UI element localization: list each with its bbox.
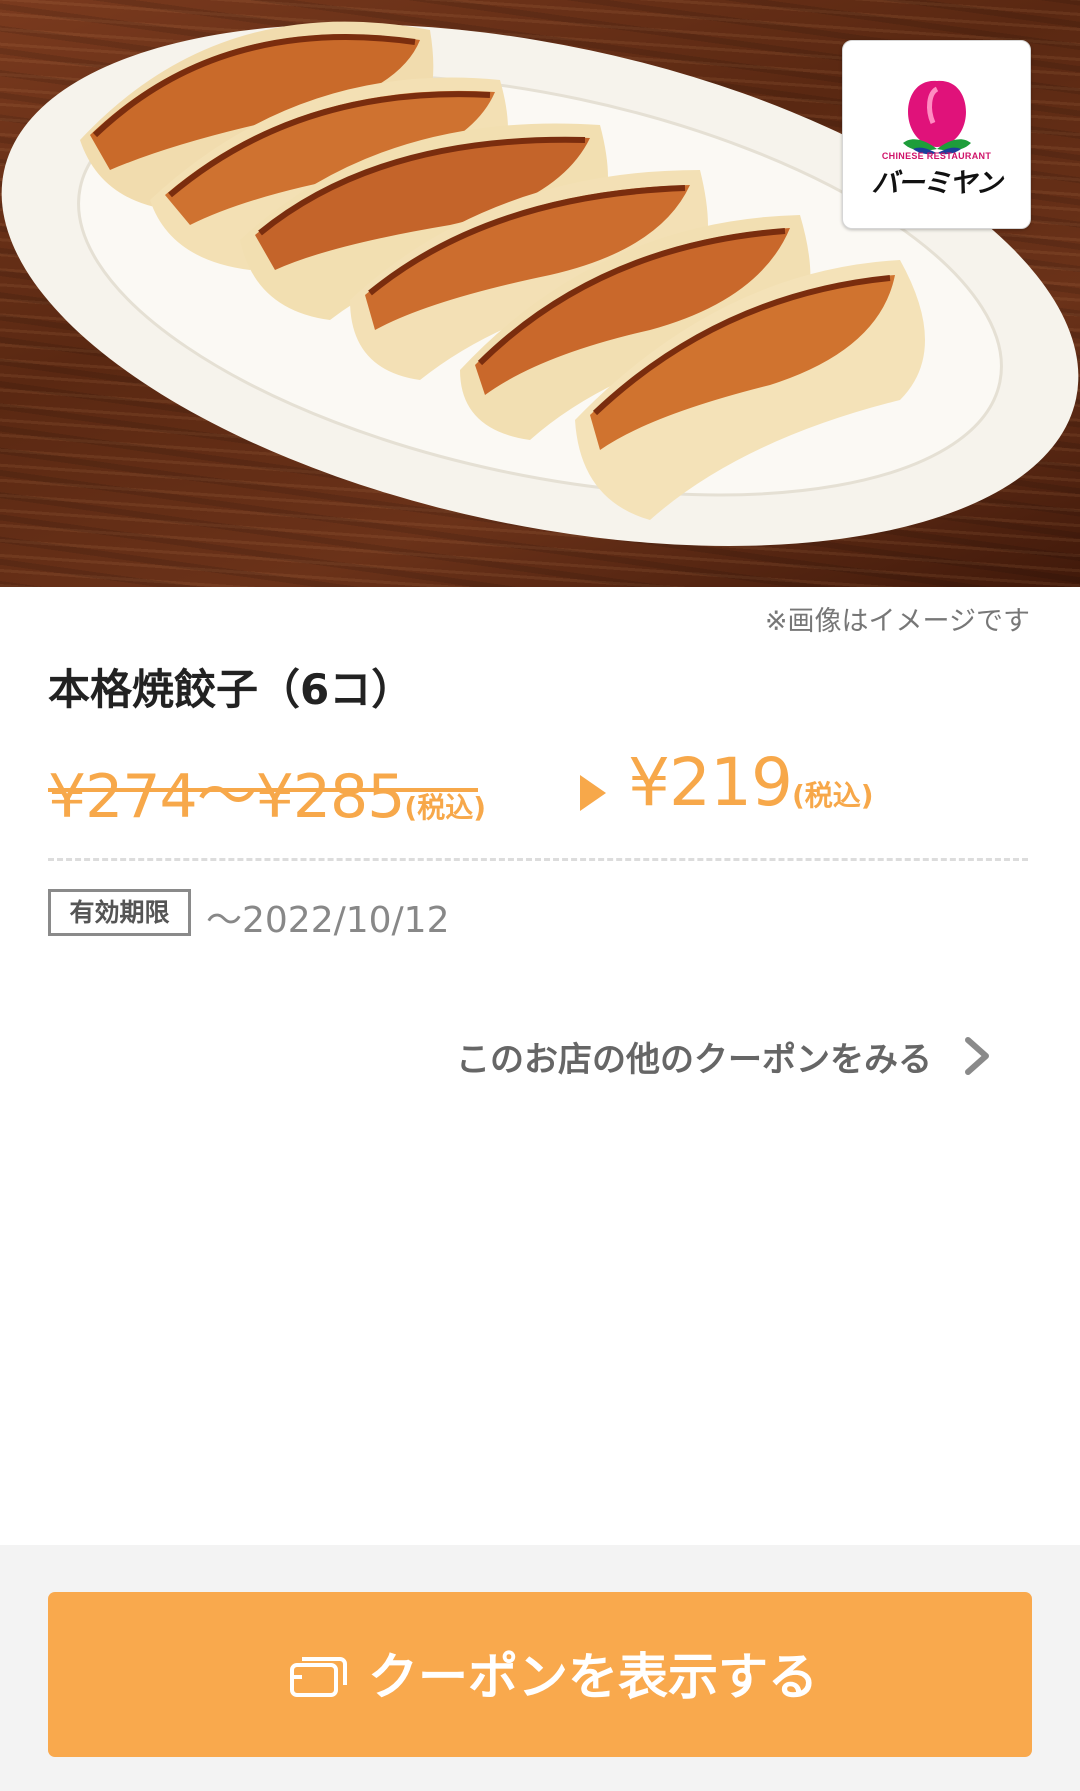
item-title: 本格焼餃子（6コ）: [48, 665, 414, 714]
price-arrow-icon: [580, 775, 606, 811]
discounted-price: ¥219(税込): [628, 744, 874, 821]
validity-label-badge: 有効期限: [48, 889, 191, 936]
discounted-price-tax: (税込): [791, 779, 874, 812]
show-coupon-button[interactable]: クーポンを表示する: [48, 1592, 1032, 1757]
coupon-detail-page: CHINESE RESTAURANT バーミヤン ※画像はイメージです 本格焼餃…: [0, 0, 1080, 1791]
price-row: ¥274〜¥285(税込) ¥219(税込): [48, 744, 1038, 832]
image-disclaimer: ※画像はイメージです: [764, 606, 1030, 637]
validity-date: 〜2022/10/12: [206, 900, 450, 941]
restaurant-logo: CHINESE RESTAURANT バーミヤン: [842, 40, 1031, 229]
peach-logo-icon: [903, 80, 971, 155]
original-price-tax: (税込): [404, 791, 486, 824]
other-coupons-link-label: このお店の他のクーポンをみる: [456, 1040, 932, 1080]
hero-image: CHINESE RESTAURANT バーミヤン: [0, 0, 1080, 587]
other-coupons-link[interactable]: このお店の他のクーポンをみる: [430, 1030, 1010, 1082]
original-price-amount: ¥274〜¥285: [48, 762, 405, 832]
logo-subtitle: CHINESE RESTAURANT: [881, 151, 992, 161]
dashed-divider: [48, 858, 1028, 861]
show-coupon-button-label: クーポンを表示する: [368, 1649, 818, 1705]
original-price: ¥274〜¥285(税込): [48, 748, 486, 835]
strikethrough-line: [48, 788, 478, 792]
bottom-action-bar: クーポンを表示する: [0, 1545, 1080, 1791]
discounted-price-amount: ¥219: [628, 744, 793, 821]
chevron-right-icon: [965, 1037, 989, 1075]
coupon-cards-icon: [290, 1657, 347, 1697]
logo-name: バーミヤン: [871, 168, 1003, 199]
